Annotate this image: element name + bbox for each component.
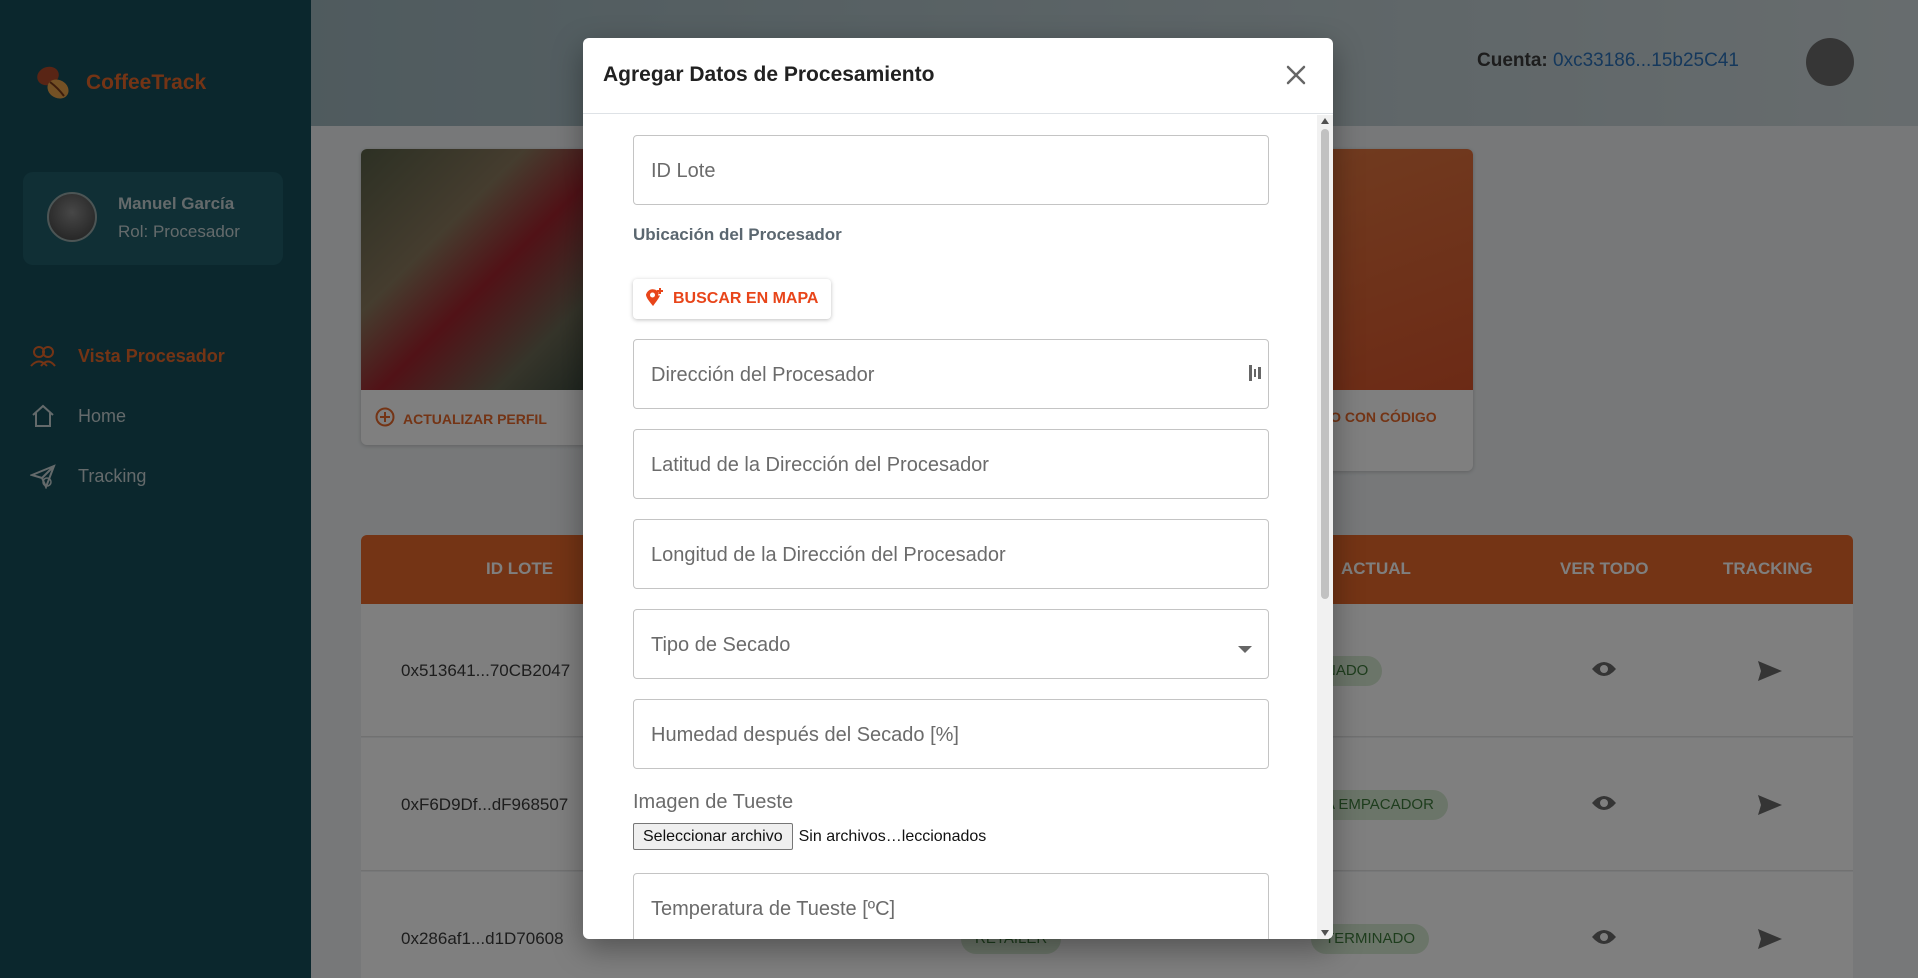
scroll-up-arrow-icon[interactable]: [1321, 118, 1329, 124]
id-lote-placeholder: ID Lote: [651, 160, 716, 182]
search-map-label: BUSCAR EN MAPA: [673, 290, 819, 307]
dialog-header: Agregar Datos de Procesamiento: [583, 38, 1333, 114]
longitude-field[interactable]: Longitud de la Dirección del Procesador: [633, 519, 1269, 589]
latitude-field[interactable]: Latitud de la Dirección del Procesador: [633, 429, 1269, 499]
processor-location-label: Ubicación del Procesador: [633, 225, 842, 244]
chevron-down-icon: [1238, 641, 1252, 659]
roast-temperature-field[interactable]: Temperatura de Tueste [ºC]: [633, 873, 1269, 939]
latitude-placeholder: Latitud de la Dirección del Procesador: [651, 454, 989, 476]
autofill-icon: [1248, 364, 1262, 387]
choose-file-button[interactable]: Seleccionar archivo: [633, 823, 793, 850]
add-location-icon: [644, 287, 664, 312]
processing-data-dialog: Agregar Datos de Procesamiento ID Lote U…: [583, 38, 1333, 939]
roast-temperature-placeholder: Temperatura de Tueste [ºC]: [651, 898, 896, 920]
roast-image-label: Imagen de Tueste: [633, 791, 794, 813]
longitude-placeholder: Longitud de la Dirección del Procesador: [651, 544, 1006, 566]
file-status: Sin archivos…leccionados: [798, 827, 987, 845]
processor-address-placeholder: Dirección del Procesador: [651, 364, 875, 386]
scrollbar[interactable]: [1317, 115, 1333, 939]
drying-type-select[interactable]: Tipo de Secado: [633, 609, 1269, 679]
id-lote-field[interactable]: ID Lote: [633, 135, 1269, 205]
close-icon[interactable]: [1281, 60, 1311, 90]
scroll-thumb[interactable]: [1321, 129, 1329, 599]
scroll-down-arrow-icon[interactable]: [1321, 930, 1329, 936]
processor-address-field[interactable]: Dirección del Procesador: [633, 339, 1269, 409]
drying-type-placeholder: Tipo de Secado: [651, 634, 791, 656]
humidity-field[interactable]: Humedad después del Secado [%]: [633, 699, 1269, 769]
humidity-placeholder: Humedad después del Secado [%]: [651, 724, 959, 746]
search-map-button[interactable]: BUSCAR EN MAPA: [633, 279, 832, 319]
roast-image-file-input: Seleccionar archivo Sin archivos…leccion…: [633, 823, 986, 850]
dialog-body: ID Lote Ubicación del Procesador BUSCAR …: [583, 115, 1317, 939]
dialog-title: Agregar Datos de Procesamiento: [603, 63, 935, 86]
